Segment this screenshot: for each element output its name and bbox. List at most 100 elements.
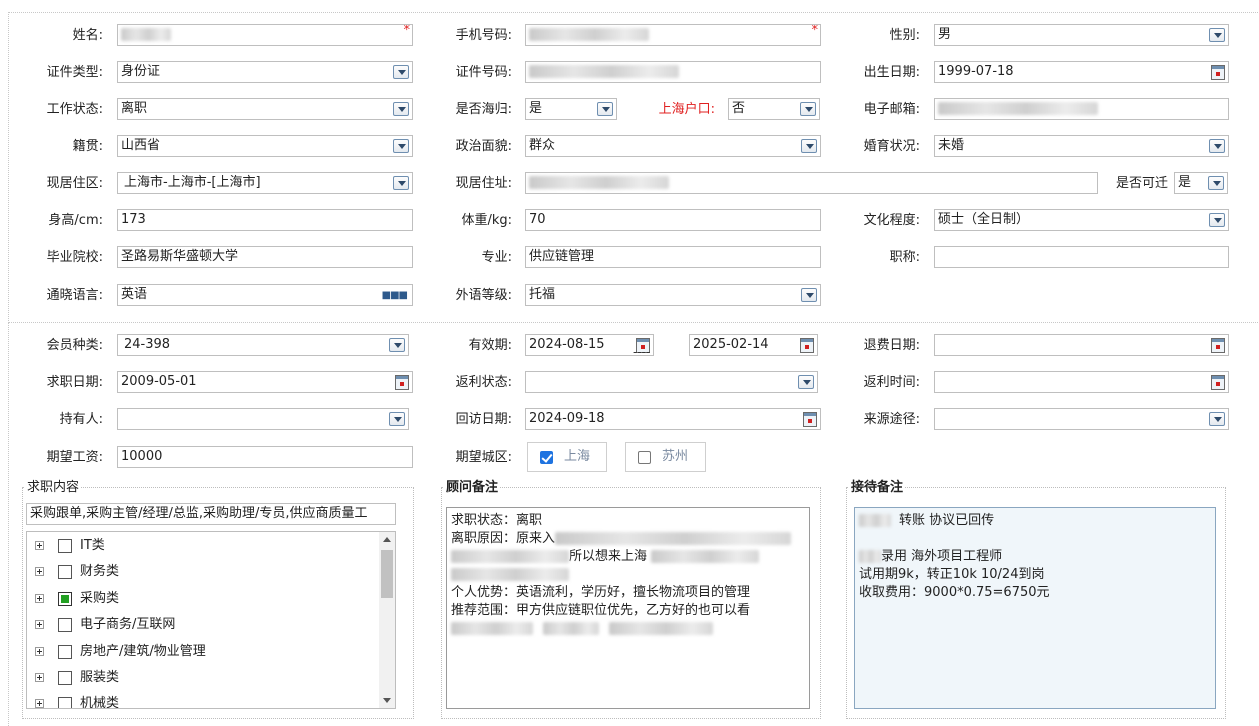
- job-content-title: 求职内容: [25, 480, 82, 496]
- scroll-up-icon[interactable]: [383, 537, 391, 542]
- political-select[interactable]: 群众: [525, 135, 821, 157]
- name-field[interactable]: *: [117, 24, 413, 46]
- chevron-down-icon[interactable]: [801, 139, 817, 153]
- education-select[interactable]: 硕士（全日制）: [934, 209, 1229, 231]
- expand-icon[interactable]: [35, 673, 44, 682]
- refund-date-label: 退费日期:: [863, 338, 920, 353]
- refund-date-field[interactable]: [934, 334, 1229, 356]
- idtype-select[interactable]: 身份证: [117, 61, 413, 83]
- tree-item[interactable]: IT类: [27, 536, 377, 556]
- scroll-down-icon[interactable]: [383, 698, 391, 703]
- birth-date-field[interactable]: 1999-07-18: [934, 61, 1229, 83]
- checkbox-icon[interactable]: [58, 618, 72, 632]
- calendar-icon[interactable]: [1211, 375, 1225, 390]
- birth-label: 出生日期:: [863, 65, 920, 80]
- chevron-down-icon[interactable]: [800, 102, 816, 116]
- checkbox-icon[interactable]: [58, 697, 72, 708]
- expand-icon[interactable]: [35, 541, 44, 550]
- work-status-label: 工作状态:: [46, 102, 103, 117]
- overseas-select[interactable]: 是: [525, 98, 617, 120]
- expand-icon[interactable]: [35, 699, 44, 708]
- tree-item[interactable]: 电子商务/互联网: [27, 615, 377, 635]
- checkbox-checked-icon[interactable]: [58, 592, 72, 606]
- chevron-down-icon[interactable]: [1209, 213, 1225, 227]
- valid-to-field[interactable]: 2025-02-14: [689, 334, 818, 356]
- tree-item[interactable]: 房地产/建筑/物业管理: [27, 642, 377, 662]
- chevron-down-icon[interactable]: [393, 139, 409, 153]
- language-field[interactable]: 英语 ■■■: [117, 284, 413, 306]
- chevron-down-icon[interactable]: [597, 102, 613, 116]
- checkbox-checked-icon[interactable]: [540, 451, 553, 464]
- member-type-select[interactable]: 24-398: [117, 334, 409, 356]
- calendar-icon[interactable]: [395, 375, 409, 390]
- expand-icon[interactable]: [35, 567, 44, 576]
- hukou-label: 上海户口:: [658, 102, 715, 117]
- work-status-select[interactable]: 离职: [117, 98, 413, 120]
- job-category-tree[interactable]: IT类 财务类 采购类 电子商务/互联网 房地产/建筑/物业管理 服装类 机械类: [26, 531, 396, 709]
- scroll-thumb[interactable]: [381, 550, 393, 598]
- checkbox-icon[interactable]: [58, 671, 72, 685]
- checkbox-icon[interactable]: [58, 565, 72, 579]
- city-option-shanghai[interactable]: 上海: [527, 442, 607, 472]
- tree-item[interactable]: 财务类: [27, 562, 377, 582]
- height-field[interactable]: 173: [117, 209, 413, 231]
- tree-scrollbar[interactable]: [379, 532, 395, 708]
- expand-icon[interactable]: [35, 620, 44, 629]
- calendar-icon[interactable]: [1211, 65, 1225, 80]
- chevron-down-icon[interactable]: [393, 102, 409, 116]
- calendar-icon[interactable]: [803, 412, 817, 427]
- native-select[interactable]: 山西省: [117, 135, 413, 157]
- school-field[interactable]: 圣路易斯华盛顿大学: [117, 246, 413, 268]
- source-select[interactable]: [934, 408, 1229, 430]
- checkbox-icon[interactable]: [58, 645, 72, 659]
- chevron-down-icon[interactable]: [1209, 412, 1225, 426]
- chevron-down-icon[interactable]: [389, 338, 405, 352]
- tree-item[interactable]: 服装类: [27, 668, 377, 688]
- chevron-down-icon[interactable]: [798, 375, 814, 389]
- advisor-notes-textarea[interactable]: 求职状态：离职 离职原因：原来入 所以想来上海 个人优势：英语流利，学历好，擅长…: [446, 507, 810, 709]
- note-line: 所以想来上海: [451, 548, 805, 566]
- chevron-down-icon[interactable]: [393, 176, 409, 190]
- chevron-down-icon[interactable]: [393, 65, 409, 79]
- job-title-field[interactable]: [934, 246, 1229, 268]
- chevron-down-icon[interactable]: [1209, 28, 1225, 42]
- tree-item[interactable]: 机械类: [27, 694, 377, 708]
- checkbox-icon[interactable]: [58, 539, 72, 553]
- foreign-level-label: 外语等级:: [455, 288, 512, 303]
- major-field[interactable]: 供应链管理: [525, 246, 821, 268]
- checkbox-icon[interactable]: [638, 451, 651, 464]
- weight-field[interactable]: 70: [525, 209, 821, 231]
- rebate-status-select[interactable]: [525, 371, 818, 393]
- tree-item[interactable]: 采购类: [27, 589, 377, 609]
- reception-notes-textarea[interactable]: 转账 协议已回传 录用 海外项目工程师 试用期9k，转正10k 10/24到岗 …: [854, 507, 1216, 709]
- note-line: 录用 海外项目工程师: [859, 548, 1211, 566]
- address-field[interactable]: [525, 172, 1098, 194]
- chevron-down-icon[interactable]: [801, 288, 817, 302]
- calendar-icon[interactable]: [1211, 338, 1225, 353]
- rebate-time-field[interactable]: [934, 371, 1229, 393]
- chevron-down-icon[interactable]: [1209, 139, 1225, 153]
- chevron-down-icon[interactable]: [1208, 176, 1224, 190]
- idno-field[interactable]: [525, 61, 821, 83]
- residence-select[interactable]: 上海市-上海市-[上海市]: [117, 172, 413, 194]
- gender-select[interactable]: 男: [934, 24, 1229, 46]
- holder-select[interactable]: [117, 408, 409, 430]
- calendar-icon[interactable]: [800, 338, 814, 353]
- marital-select[interactable]: 未婚: [934, 135, 1229, 157]
- job-date-field[interactable]: 2009-05-01: [117, 371, 413, 393]
- hukou-select[interactable]: 否: [728, 98, 820, 120]
- job-summary-field[interactable]: 采购跟单,采购主管/经理/总监,采购助理/专员,供应商质量工: [26, 503, 396, 525]
- foreign-level-select[interactable]: 托福: [525, 284, 821, 306]
- salary-field[interactable]: 10000: [117, 446, 413, 468]
- chevron-down-icon[interactable]: [389, 412, 405, 426]
- expand-icon[interactable]: [35, 594, 44, 603]
- visit-date-field[interactable]: 2024-09-18: [525, 408, 821, 430]
- native-label: 籍贯:: [72, 139, 103, 154]
- expand-icon[interactable]: [35, 647, 44, 656]
- email-field[interactable]: [934, 98, 1229, 120]
- more-icon[interactable]: ■■■: [382, 291, 408, 301]
- language-label: 通晓语言:: [46, 288, 103, 303]
- phone-field[interactable]: *: [525, 24, 821, 46]
- city-option-suzhou[interactable]: 苏州: [625, 442, 706, 472]
- relocate-select[interactable]: 是: [1174, 172, 1228, 194]
